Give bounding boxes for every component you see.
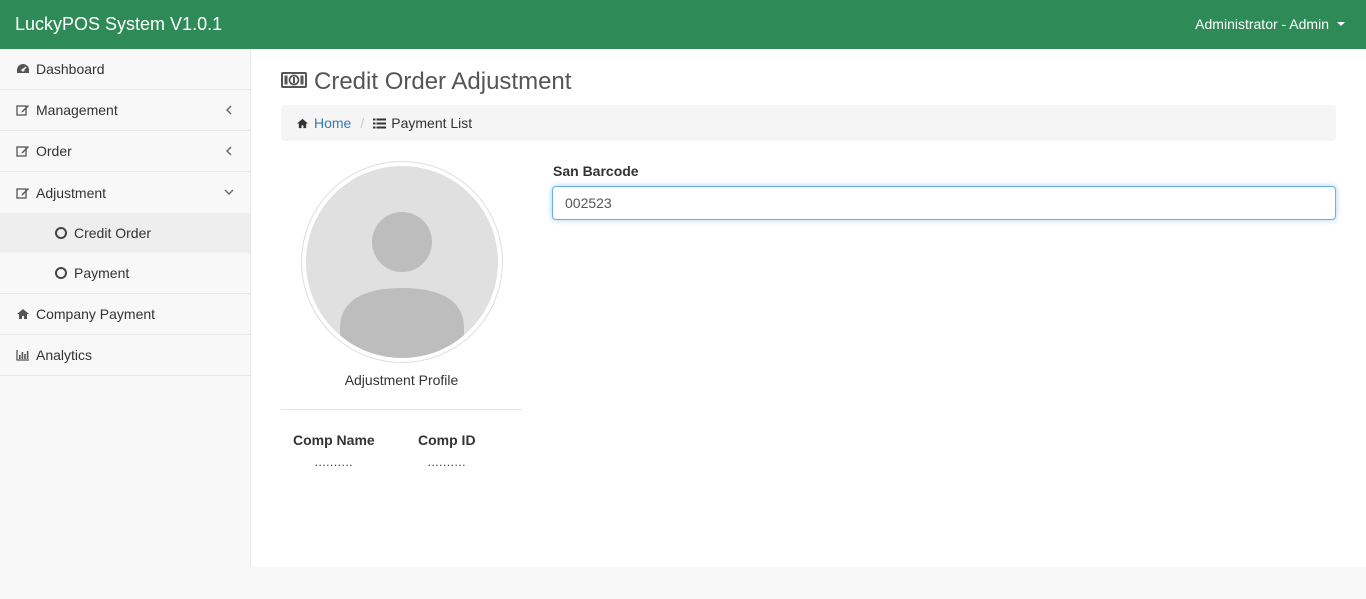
app-title[interactable]: LuckyPOS System V1.0.1: [15, 13, 222, 35]
sidebar-subitem-credit-order[interactable]: Credit Order: [0, 213, 250, 253]
chevron-left-icon: [224, 144, 234, 156]
sidebar-item-label: Company Payment: [36, 306, 156, 322]
avatar-placeholder-icon: [306, 166, 498, 358]
page-title-text: Credit Order Adjustment: [314, 68, 572, 95]
comp-id-value: ..........: [427, 455, 466, 469]
comp-id-header: Comp ID: [418, 432, 476, 448]
breadcrumb-current-label: Payment List: [391, 115, 473, 131]
user-menu-dropdown[interactable]: Administrator - Admin: [1195, 15, 1345, 33]
sidebar: Dashboard Management Order Adjustment Cr…: [0, 49, 251, 567]
breadcrumb-current: Payment List: [373, 115, 472, 131]
user-menu-label: Administrator - Admin: [1195, 16, 1329, 32]
profile-label: Adjustment Profile: [344, 372, 459, 388]
home-icon: [16, 307, 30, 321]
caret-down-icon: [1337, 22, 1345, 26]
sidebar-subitem-label: Payment: [74, 265, 130, 281]
bar-chart-icon: [16, 348, 30, 362]
top-navbar: LuckyPOS System V1.0.1 Administrator - A…: [0, 0, 1366, 49]
sidebar-item-label: Order: [36, 143, 72, 159]
circle-icon: [55, 267, 67, 279]
sidebar-item-label: Dashboard: [36, 61, 105, 77]
home-icon: [297, 118, 308, 128]
sidebar-item-adjustment[interactable]: Adjustment: [0, 172, 250, 213]
sidebar-item-analytics[interactable]: Analytics: [0, 335, 250, 376]
chevron-left-icon: [224, 103, 234, 115]
sidebar-item-management[interactable]: Management: [0, 90, 250, 131]
sidebar-item-label: Management: [36, 102, 118, 118]
comp-name-header: Comp Name: [293, 432, 375, 448]
page-title: Credit Order Adjustment: [281, 68, 571, 96]
breadcrumb-separator: /: [360, 115, 365, 131]
divider: [281, 409, 522, 410]
comp-name-value: ..........: [314, 455, 354, 469]
edit-icon: [16, 186, 30, 200]
sidebar-item-label: Adjustment: [36, 184, 107, 201]
breadcrumb-home-label: Home: [314, 115, 352, 131]
sidebar-subitem-payment[interactable]: Payment: [0, 253, 250, 293]
sidebar-item-order[interactable]: Order: [0, 131, 250, 172]
comp-id-column: Comp ID ..........: [418, 432, 476, 469]
adjustment-submenu: Credit Order Payment: [0, 213, 250, 294]
main-content: Credit Order Adjustment Home / Payment L…: [251, 49, 1366, 567]
sidebar-item-label: Analytics: [36, 347, 93, 363]
barcode-label: San Barcode: [553, 163, 639, 179]
avatar: [301, 161, 503, 363]
money-icon: [281, 68, 307, 96]
sidebar-item-dashboard[interactable]: Dashboard: [0, 49, 250, 90]
comp-name-column: Comp Name ..........: [293, 432, 375, 469]
list-icon: [373, 118, 387, 128]
breadcrumb: Home / Payment List: [281, 105, 1336, 141]
barcode-input[interactable]: [552, 186, 1336, 220]
sidebar-item-company-payment[interactable]: Company Payment: [0, 294, 250, 335]
sidebar-subitem-label: Credit Order: [74, 225, 152, 241]
dashboard-icon: [16, 62, 30, 76]
edit-icon: [16, 103, 30, 117]
circle-icon: [55, 227, 67, 239]
chevron-down-icon: [224, 185, 234, 197]
breadcrumb-home-link[interactable]: Home: [296, 115, 351, 131]
edit-icon: [16, 144, 30, 158]
